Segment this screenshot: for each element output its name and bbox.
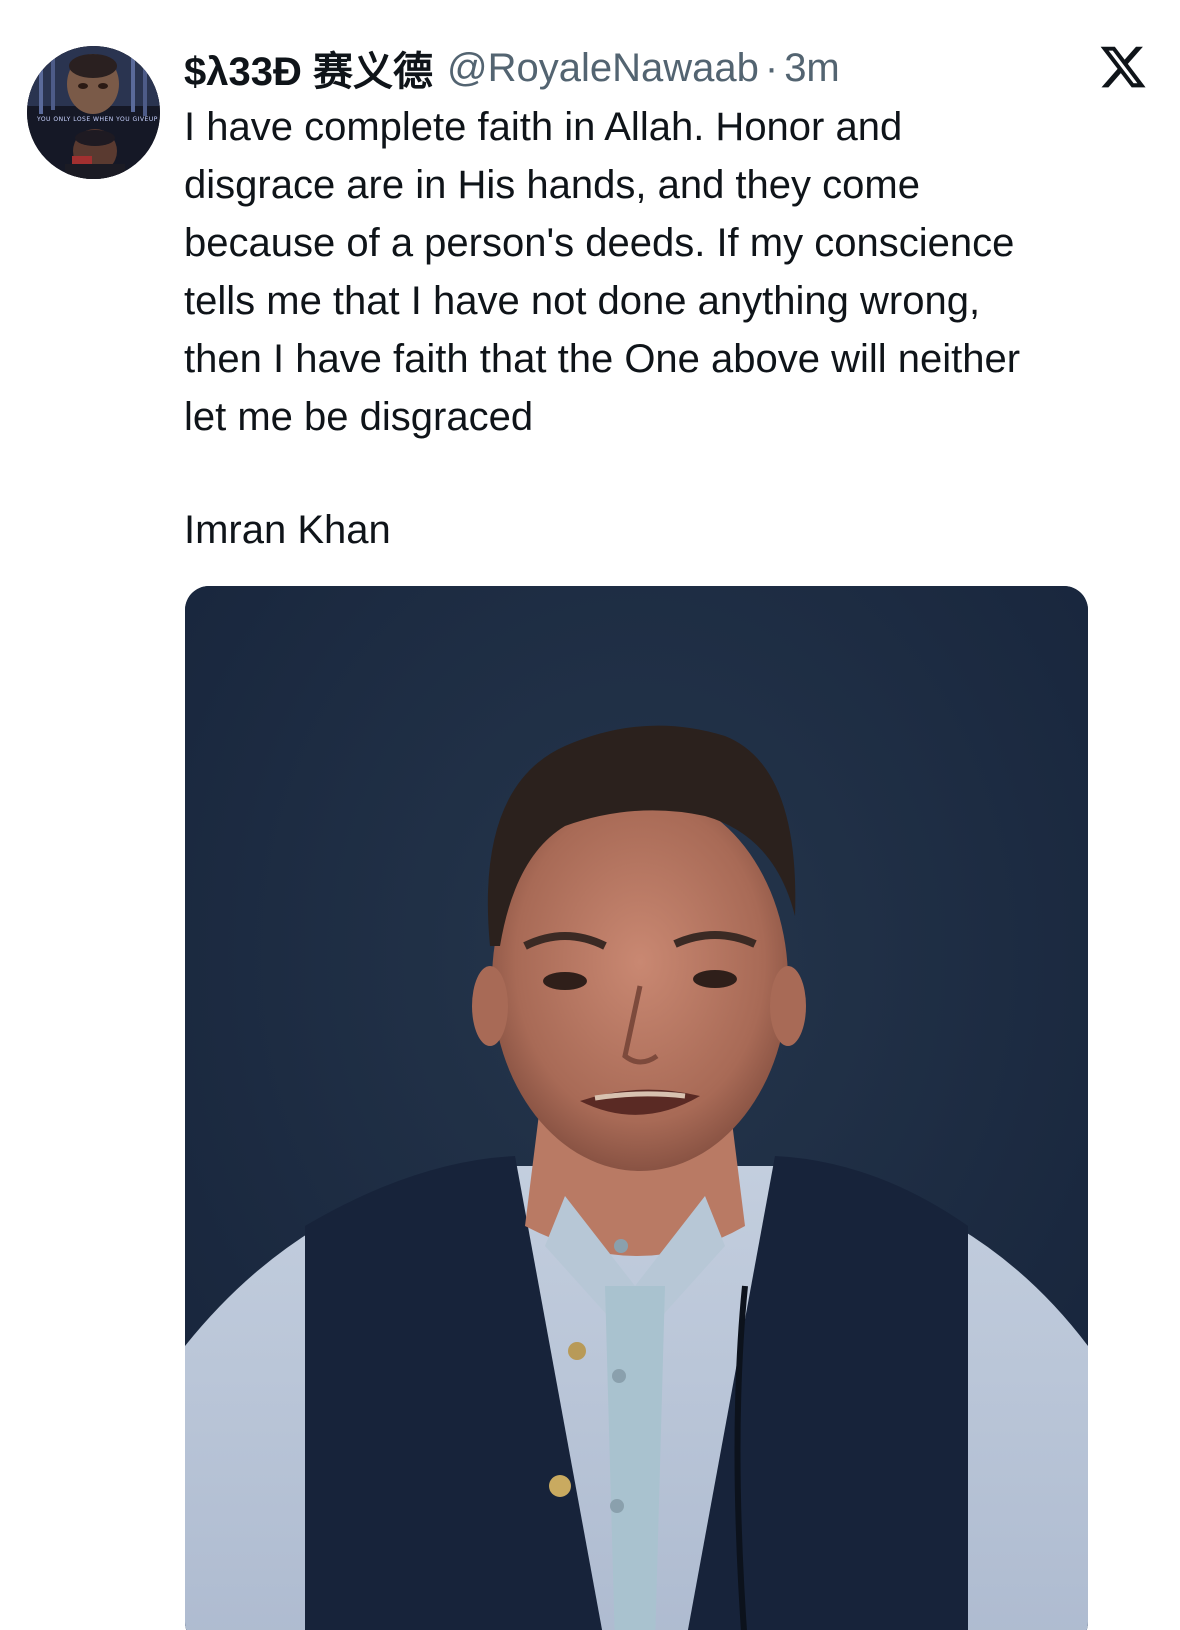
tweet-media-image[interactable] [185, 586, 1088, 1630]
x-logo-icon [1098, 42, 1148, 92]
timestamp[interactable]: 3m [784, 46, 840, 91]
tweet-card: YOU ONLY LOSE WHEN YOU GIVEUP $λ33Đ 赛义德 … [0, 0, 1180, 1630]
user-handle[interactable]: @RoyaleNawaab [447, 46, 759, 91]
display-name[interactable]: $λ33Đ 赛义德 [184, 39, 433, 97]
avatar-caption: YOU ONLY LOSE WHEN YOU GIVEUP [37, 116, 158, 123]
tweet-header: $λ33Đ 赛义德 @RoyaleNawaab · 3m [184, 40, 840, 96]
header-separator: · [764, 45, 779, 90]
avatar-image [27, 46, 160, 179]
avatar[interactable]: YOU ONLY LOSE WHEN YOU GIVEUP [27, 46, 160, 179]
tweet-attribution: Imran Khan [184, 508, 391, 552]
tweet-text: I have complete faith in Allah. Honor an… [184, 105, 1021, 439]
